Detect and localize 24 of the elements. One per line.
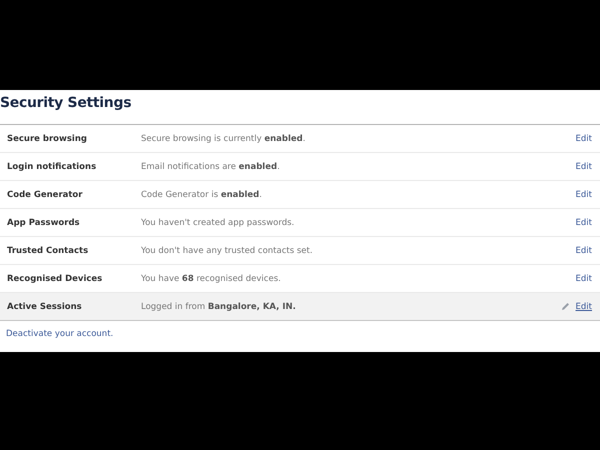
setting-status: You have 68 recognised devices. <box>141 274 282 284</box>
setting-label: Recognised Devices <box>6 274 104 284</box>
setting-status: You don't have any trusted contacts set. <box>141 246 314 256</box>
setting-label: Secure browsing <box>6 134 88 144</box>
setting-status: Secure browsing is currently enabled. <box>141 134 306 144</box>
edit-link[interactable]: Edit <box>576 218 592 228</box>
edit-link[interactable]: Edit <box>576 274 592 284</box>
setting-label: Code Generator <box>6 190 84 200</box>
setting-status: Email notifications are enabled. <box>141 162 281 172</box>
pencil-icon <box>560 302 570 311</box>
setting-label: Login notifications <box>6 162 98 172</box>
setting-label: App Passwords <box>6 218 81 228</box>
setting-label: Trusted Contacts <box>6 246 90 256</box>
edit-link[interactable]: Edit <box>576 134 592 144</box>
setting-status: Logged in from Bangalore, KA, IN. <box>141 302 297 312</box>
setting-status: You haven't created app passwords. <box>141 218 296 228</box>
setting-label: Active Sessions <box>6 302 83 312</box>
deactivate-link[interactable]: Deactivate your account. <box>6 329 114 339</box>
edit-link[interactable]: Edit <box>576 246 592 256</box>
edit-link[interactable]: Edit <box>576 302 592 312</box>
page-title: Security Settings <box>0 94 132 113</box>
edit-link[interactable]: Edit <box>576 162 592 172</box>
setting-status: Code Generator is enabled. <box>141 190 263 200</box>
edit-link[interactable]: Edit <box>576 190 592 200</box>
